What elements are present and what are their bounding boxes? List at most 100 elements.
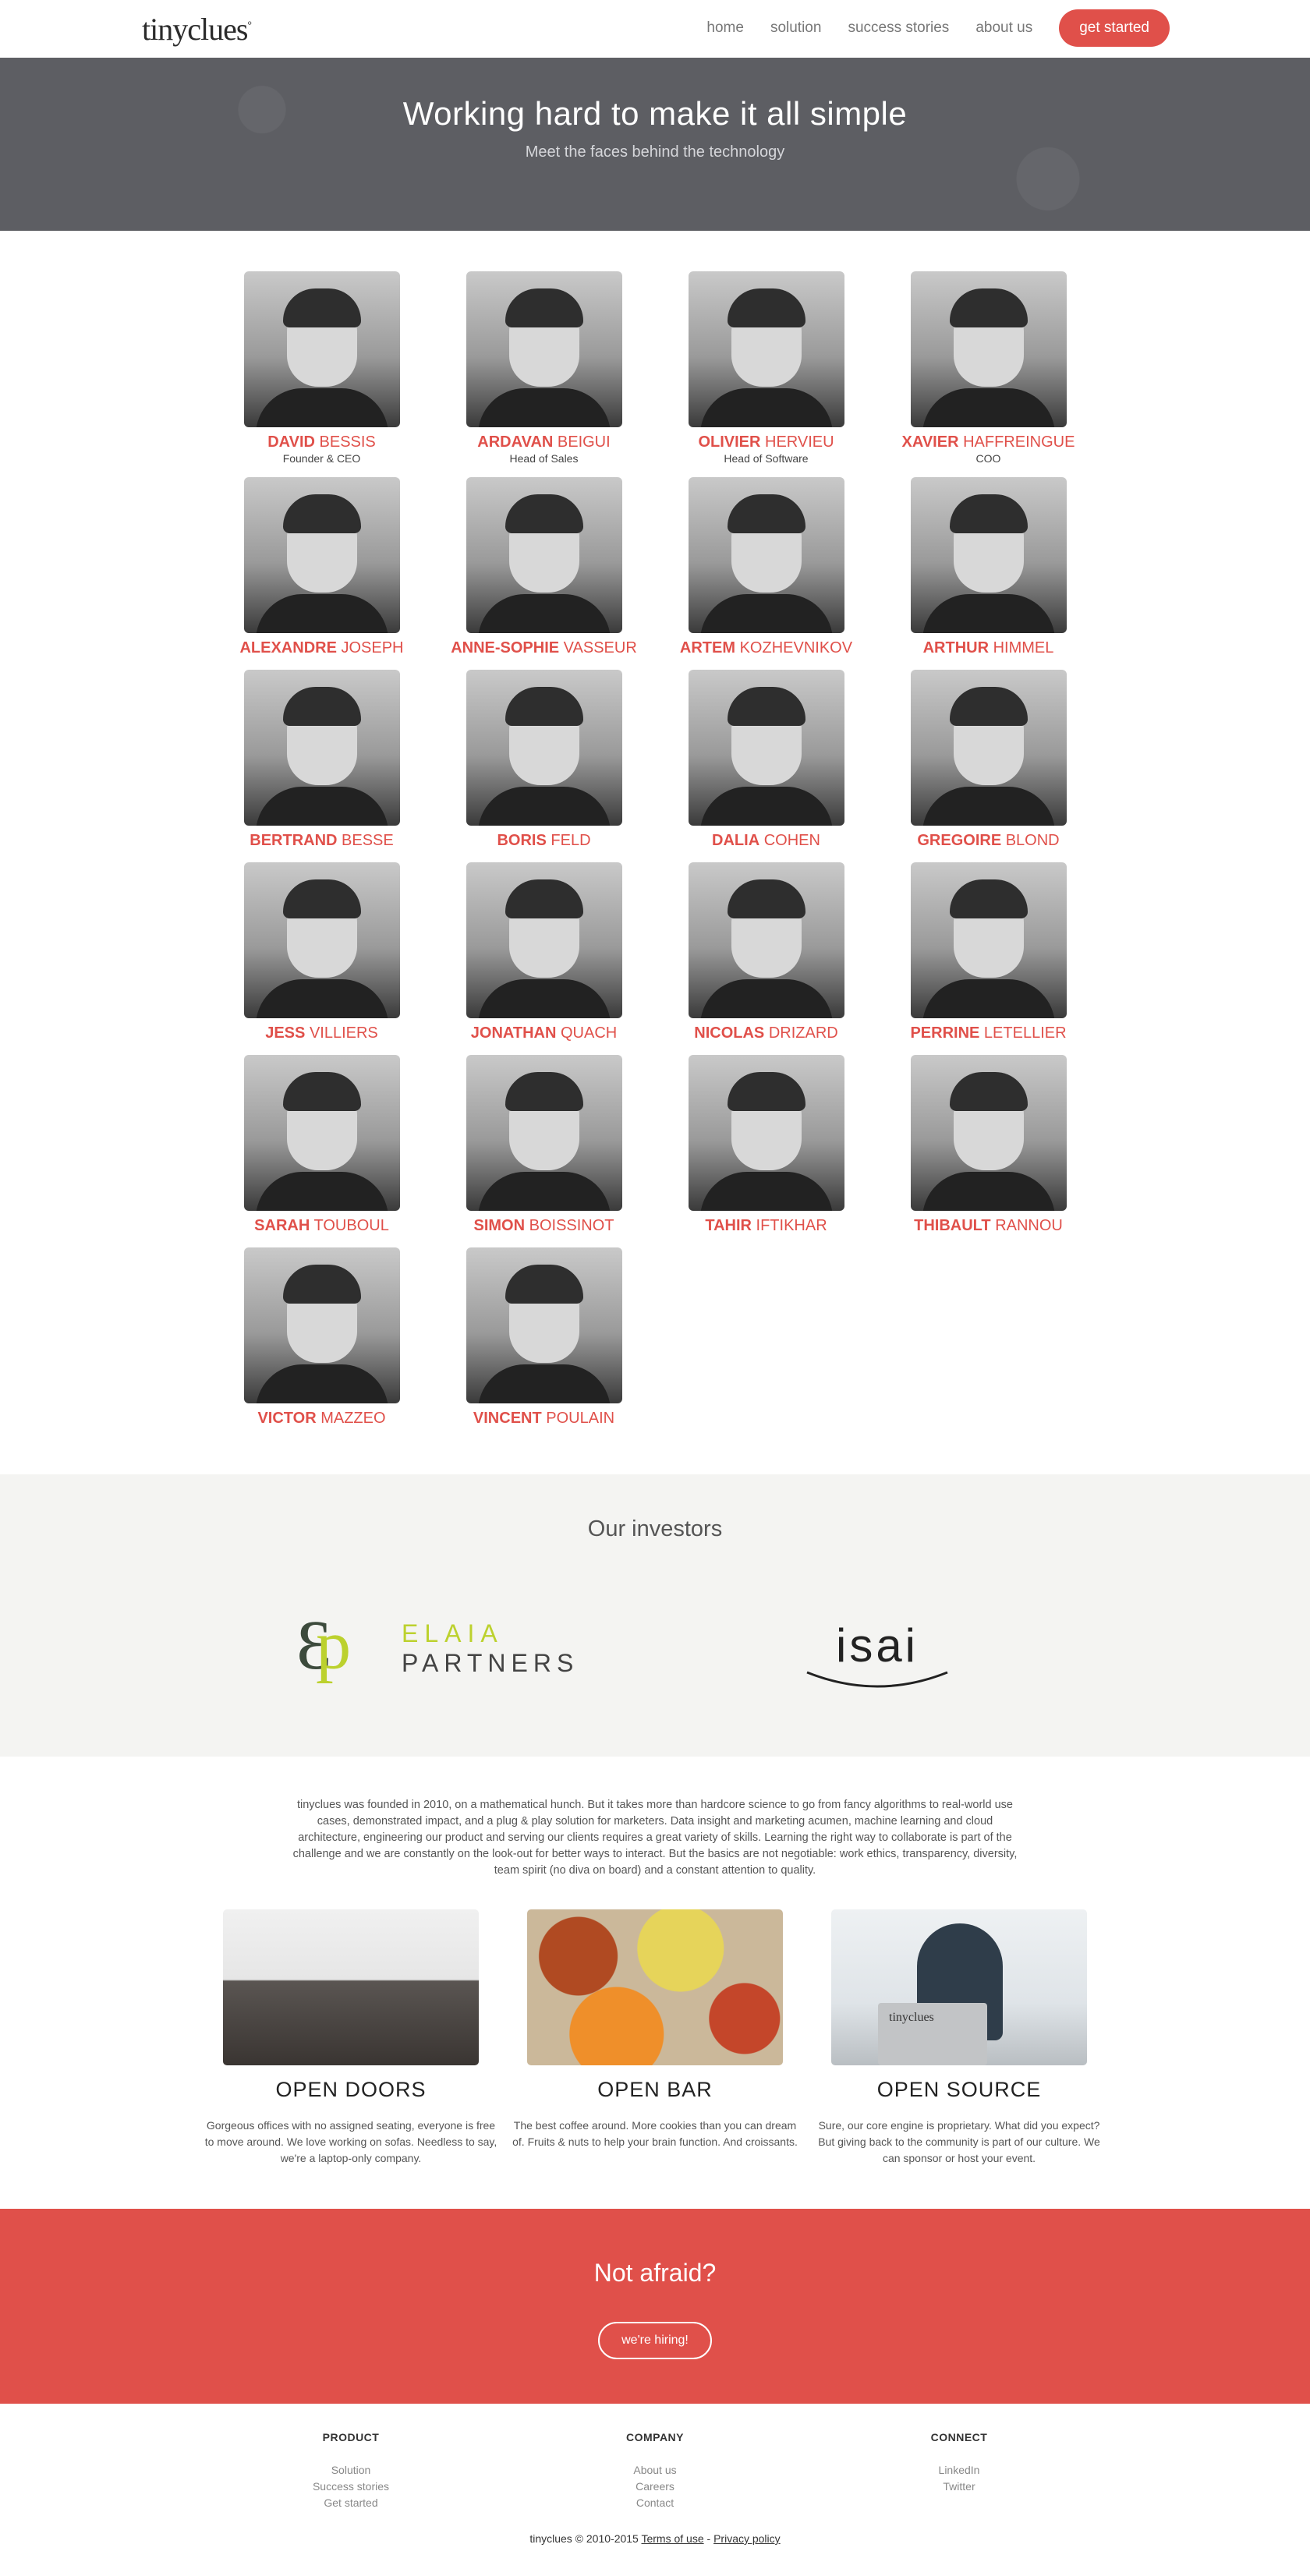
feature-description: The best coffee around. More cookies tha… [512, 2119, 798, 2148]
team-member-card: DAVID BESSIS Founder & CEO [211, 271, 433, 465]
last-name: HIMMEL [993, 639, 1054, 656]
copyright-text: tinyclues © 2010-2015 [529, 2532, 639, 2545]
last-name: BEIGUI [557, 433, 611, 451]
nav-home-link[interactable]: home [706, 19, 744, 37]
elaia-partners-logo[interactable]: Ɛp ELAIA PARTNERS [296, 1611, 579, 1685]
last-name: TOUBOUL [313, 1217, 389, 1234]
team-member-card: ANNE-SOPHIE VASSEUR [433, 477, 655, 657]
footer-link-twitter[interactable]: Twitter [842, 2479, 1076, 2495]
isai-logo[interactable]: isai [803, 1622, 951, 1693]
team-member-card: DALIA COHEN [655, 670, 877, 850]
nav-solution-link[interactable]: solution [770, 19, 822, 37]
footer-link-get-started[interactable]: Get started [234, 2495, 468, 2511]
team-member-photo [243, 477, 400, 633]
first-name: BORIS [497, 832, 547, 849]
team-member-card: BORIS FELD [433, 670, 655, 850]
team-member-photo [910, 1055, 1067, 1211]
last-name: VILLIERS [309, 1024, 378, 1042]
team-member-card: ARDAVAN BEIGUI Head of Sales [433, 271, 655, 465]
footer-link-success-stories[interactable]: Success stories [234, 2479, 468, 2495]
first-name: DALIA [712, 832, 760, 849]
team-member-photo [243, 862, 400, 1018]
first-name: VINCENT [473, 1410, 542, 1427]
team-member-photo [466, 271, 622, 427]
privacy-policy-link[interactable]: Privacy policy [713, 2532, 781, 2545]
investors-section: Our investors Ɛp ELAIA PARTNERS isai [0, 1474, 1310, 1757]
team-member-photo [910, 670, 1067, 826]
team-member-photo [910, 862, 1067, 1018]
footer-link-contact[interactable]: Contact [538, 2495, 772, 2511]
team-member-name: OLIVIER HERVIEU [655, 433, 877, 451]
logo-text[interactable]: tinyclues [142, 12, 248, 47]
team-member-photo [910, 477, 1067, 633]
last-name: BOISSINOT [529, 1217, 614, 1234]
legal-separator: - [706, 2532, 711, 2545]
last-name: VASSEUR [563, 639, 637, 656]
team-member-photo [243, 1055, 400, 1211]
last-name: QUACH [560, 1024, 618, 1042]
footer-link-linkedin[interactable]: LinkedIn [842, 2462, 1076, 2479]
get-started-button[interactable]: get started [1059, 9, 1170, 47]
team-member-card: THIBAULT RANNOU [877, 1055, 1099, 1235]
elaia-logo-bottom-text: PARTNERS [402, 1649, 579, 1677]
cta-title: Not afraid? [593, 2259, 717, 2287]
first-name: BERTRAND [250, 832, 338, 849]
about-section: tinyclues was founded in 2010, on a math… [0, 1757, 1310, 2209]
team-member-photo [243, 670, 400, 826]
team-member-photo [466, 1247, 622, 1403]
team-member-name: DALIA COHEN [655, 832, 877, 850]
first-name: SIMON [473, 1217, 526, 1234]
laptop-sticker-text: tinyclues [889, 2011, 934, 2024]
first-name: GREGOIRE [917, 832, 1002, 849]
team-member-card: JESS VILLIERS [211, 862, 433, 1042]
team-member-card: ARTEM KOZHEVNIKOV [655, 477, 877, 657]
first-name: SARAH [254, 1217, 310, 1234]
footer-link-careers[interactable]: Careers [538, 2479, 772, 2495]
team-member-name: SIMON BOISSINOT [433, 1217, 655, 1235]
last-name: HERVIEU [765, 433, 834, 451]
investors-title: Our investors [587, 1516, 723, 1541]
footer-link-about-us[interactable]: About us [538, 2462, 772, 2479]
logo-mark: ° [247, 19, 252, 32]
team-member-name: ARTHUR HIMMEL [877, 639, 1099, 657]
footer-link-solution[interactable]: Solution [234, 2462, 468, 2479]
team-member-name: THIBAULT RANNOU [877, 1217, 1099, 1235]
last-name: BLOND [1005, 832, 1060, 849]
were-hiring-button[interactable]: we're hiring! [598, 2322, 712, 2359]
hero-subtitle: Meet the faces behind the technology [525, 143, 785, 161]
team-member-role: Head of Software [724, 452, 809, 465]
hero-banner: Working hard to make it all simple Meet … [0, 58, 1310, 231]
team-member-card: SARAH TOUBOUL [211, 1055, 433, 1235]
feature-title: OPEN BAR [597, 2078, 713, 2101]
footer-heading: COMPANY [625, 2431, 685, 2443]
first-name: NICOLAS [694, 1024, 765, 1042]
nav-success-stories-link[interactable]: success stories [848, 19, 949, 37]
feature-title: OPEN SOURCE [876, 2078, 1042, 2101]
first-name: OLIVIER [698, 433, 761, 451]
last-name: POULAIN [546, 1410, 615, 1427]
first-name: ALEXANDRE [239, 639, 337, 656]
footer-legal: tinyclues © 2010-2015 Terms of use - Pri… [0, 2532, 1310, 2545]
developer-photo: tinyclues [831, 1909, 1087, 2065]
nav-about-us-link[interactable]: about us [975, 19, 1032, 37]
team-member-card: JONATHAN QUACH [433, 862, 655, 1042]
terms-of-use-link[interactable]: Terms of use [641, 2532, 703, 2545]
last-name: BESSE [342, 832, 394, 849]
snacks-photo [527, 1909, 783, 2065]
first-name: XAVIER [901, 433, 959, 451]
isai-smile-icon [806, 1671, 948, 1688]
team-member-card: PERRINE LETELLIER [877, 862, 1099, 1042]
team-member-name: ARTEM KOZHEVNIKOV [655, 639, 877, 657]
feature-open-bar: OPEN BAR The best coffee around. More co… [507, 1909, 803, 2150]
team-member-photo [910, 271, 1067, 427]
team-member-card: SIMON BOISSINOT [433, 1055, 655, 1235]
footer-column-connect: CONNECT LinkedIn Twitter [842, 2431, 1076, 2495]
last-name: BESSIS [319, 433, 376, 451]
first-name: PERRINE [910, 1024, 980, 1042]
first-name: ARTEM [679, 639, 736, 656]
tinyclues-logo[interactable]: tinyclues° [142, 11, 252, 48]
team-member-name: PERRINE LETELLIER [877, 1024, 1099, 1042]
last-name: MAZZEO [320, 1410, 386, 1427]
last-name: RANNOU [995, 1217, 1063, 1234]
hero-title: Working hard to make it all simple [402, 95, 908, 132]
